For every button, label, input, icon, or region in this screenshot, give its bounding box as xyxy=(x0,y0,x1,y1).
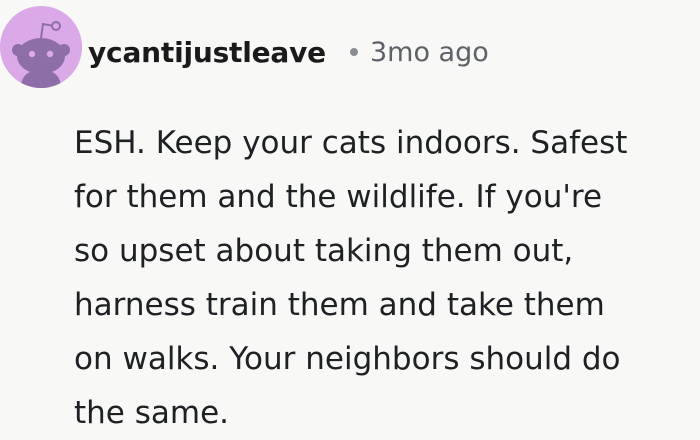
timestamp[interactable]: 3mo ago xyxy=(370,37,489,68)
username-link[interactable]: ycantijustleave xyxy=(88,36,326,69)
comment-line: ESH. Keep your cats indoors. Safest xyxy=(74,125,628,161)
comment-line: harness train them and take them xyxy=(74,287,605,323)
snoo-avatar-icon xyxy=(0,6,82,88)
comment-line: for them and the wildlife. If you're xyxy=(74,179,603,215)
comment-header: ycantijustleave 3mo ago xyxy=(88,34,489,70)
comment-body: ESH. Keep your cats indoors. Safest for … xyxy=(74,116,684,440)
user-avatar[interactable] xyxy=(0,6,82,88)
separator-dot xyxy=(349,48,358,56)
comment: ycantijustleave 3mo ago ESH. Keep your c… xyxy=(0,0,700,434)
comment-line: so upset about taking them out, xyxy=(74,233,574,269)
comment-line: the same. xyxy=(74,395,229,431)
comment-line: on walks. Your neighbors should do xyxy=(74,341,621,377)
